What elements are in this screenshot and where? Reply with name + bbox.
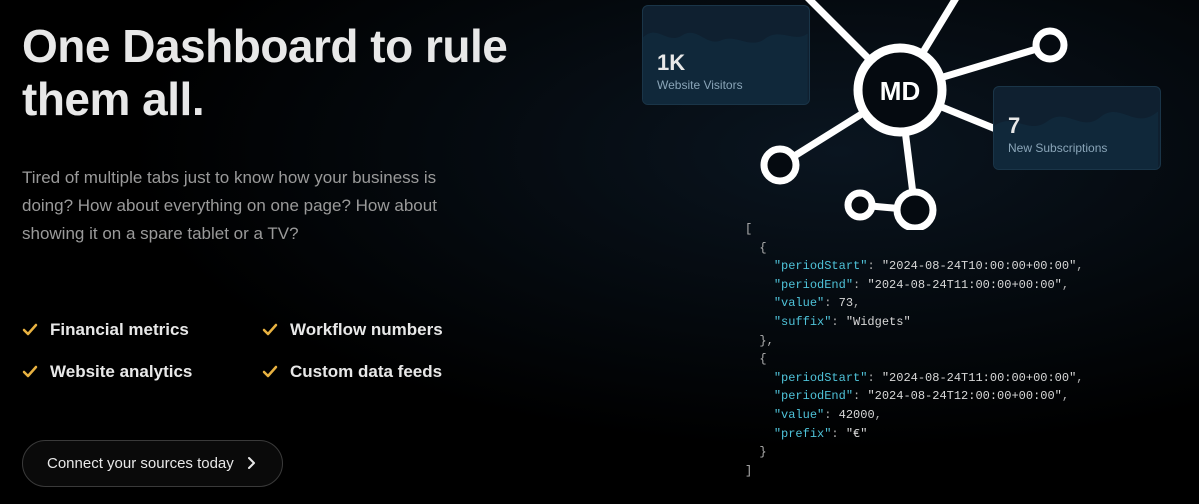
hero-graphic: MD 1K Website Visitors 7 New Subscriptio… — [600, 0, 1199, 504]
check-icon — [22, 322, 38, 338]
feature-item: Custom data feeds — [262, 362, 502, 382]
logo-text: MD — [880, 76, 920, 106]
check-icon — [262, 364, 278, 380]
feature-label: Custom data feeds — [290, 362, 442, 382]
feature-list: Financial metrics Workflow numbers Websi… — [22, 320, 562, 382]
stat-label: New Subscriptions — [1008, 141, 1146, 155]
feature-item: Financial metrics — [22, 320, 262, 340]
feature-label: Financial metrics — [50, 320, 189, 340]
hero-description: Tired of multiple tabs just to know how … — [22, 164, 482, 248]
stat-value: 1K — [657, 50, 795, 76]
chevron-right-icon — [244, 456, 258, 470]
check-icon — [22, 364, 38, 380]
stat-card-visitors: 1K Website Visitors — [642, 5, 810, 105]
feature-item: Website analytics — [22, 362, 262, 382]
cta-label: Connect your sources today — [47, 455, 234, 472]
feature-label: Workflow numbers — [290, 320, 443, 340]
stat-value: 7 — [1008, 113, 1146, 139]
code-sample: [ { "periodStart": "2024-08-24T10:00:00+… — [745, 220, 1165, 480]
stat-card-subscriptions: 7 New Subscriptions — [993, 86, 1161, 170]
connect-sources-button[interactable]: Connect your sources today — [22, 440, 283, 487]
hero-title: One Dashboard to rule them all. — [22, 20, 562, 126]
feature-item: Workflow numbers — [262, 320, 502, 340]
check-icon — [262, 322, 278, 338]
stat-label: Website Visitors — [657, 78, 795, 92]
feature-label: Website analytics — [50, 362, 192, 382]
